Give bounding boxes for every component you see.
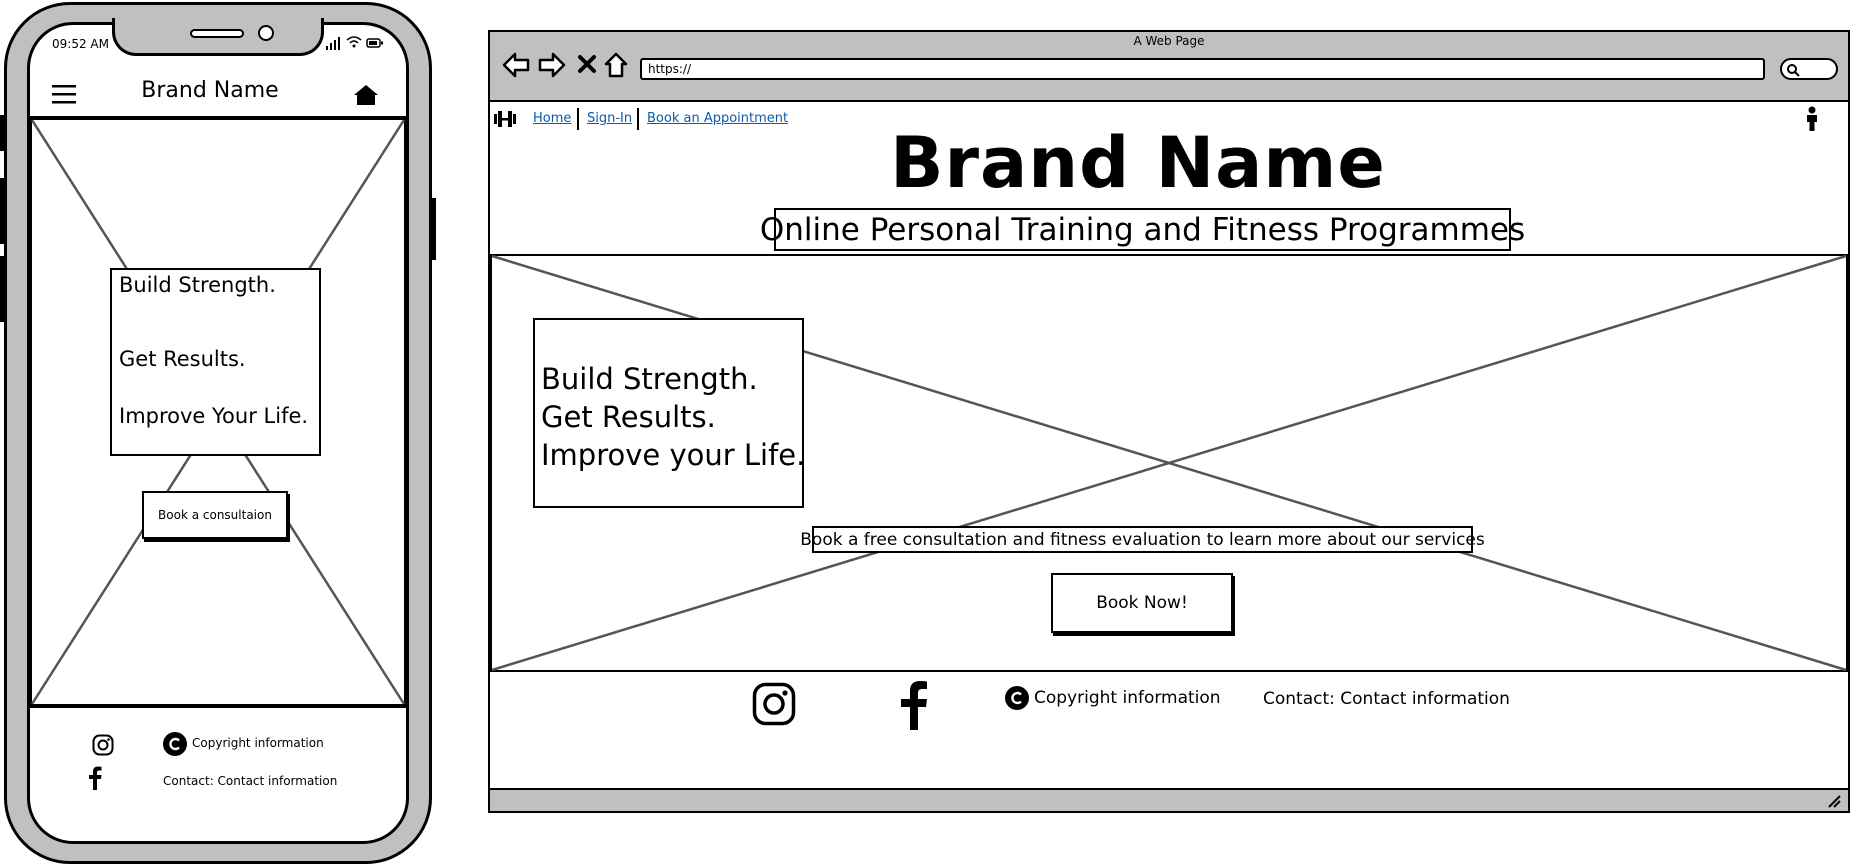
browser-search-box[interactable] [1780,58,1838,80]
browser-status-bar [488,788,1850,813]
mobile-brand-name: Brand Name [141,78,279,103]
mobile-tagline-box: Build Strength. Get Results. Improve You… [110,268,321,456]
battery-icon [366,38,383,48]
forward-icon[interactable] [538,52,566,78]
status-time: 09:52 AM [52,37,109,51]
tagline-line: Build Strength. [541,362,758,396]
phone-side-button [0,115,6,151]
web-copyright-text: Copyright information [1034,688,1221,708]
signal-icon [326,37,340,50]
web-tagline-box: Build Strength. Get Results. Improve you… [533,318,806,508]
facebook-icon[interactable] [88,766,102,790]
copyright-icon [163,732,187,756]
resize-grip-icon[interactable] [1826,793,1842,809]
web-subtitle: Online Personal Training and Fitness Pro… [760,208,1525,251]
mobile-footer-divider [30,706,406,708]
back-icon[interactable] [502,52,530,78]
phone-side-button [0,256,6,322]
phone-camera [258,25,274,41]
url-input[interactable]: https:// [640,58,1765,80]
house-icon[interactable] [604,52,628,78]
search-icon [1787,64,1800,77]
stop-icon[interactable] [578,55,596,73]
tagline-line: Get Results. [119,347,246,371]
consultation-text: Book a free consultation and fitness eva… [800,526,1485,553]
wifi-icon [346,36,362,48]
hamburger-icon[interactable] [52,85,76,105]
user-icon[interactable] [1806,106,1818,132]
phone-speaker [190,29,244,38]
tagline-line: Get Results. [541,400,716,434]
mobile-contact-text: Contact: Contact information [163,774,338,788]
tagline-line: Build Strength. [119,273,276,297]
book-now-button[interactable]: Book Now! [1051,573,1233,633]
copyright-icon [1005,686,1029,710]
web-brand-name: Brand Name [890,122,1386,204]
home-icon[interactable] [353,84,379,106]
phone-power-button [430,198,436,260]
book-consultation-button[interactable]: Book a consultaion [142,491,288,539]
web-contact-text: Contact: Contact information [1263,689,1510,709]
tagline-line: Improve your Life. [541,438,806,472]
browser-window-title: A Web Page [1133,34,1205,48]
tagline-line: Improve Your Life. [119,404,309,428]
instagram-icon[interactable] [92,734,114,756]
mobile-copyright-text: Copyright information [192,736,324,750]
facebook-icon[interactable] [900,680,928,730]
instagram-icon[interactable] [752,682,796,726]
phone-side-button [0,178,6,244]
